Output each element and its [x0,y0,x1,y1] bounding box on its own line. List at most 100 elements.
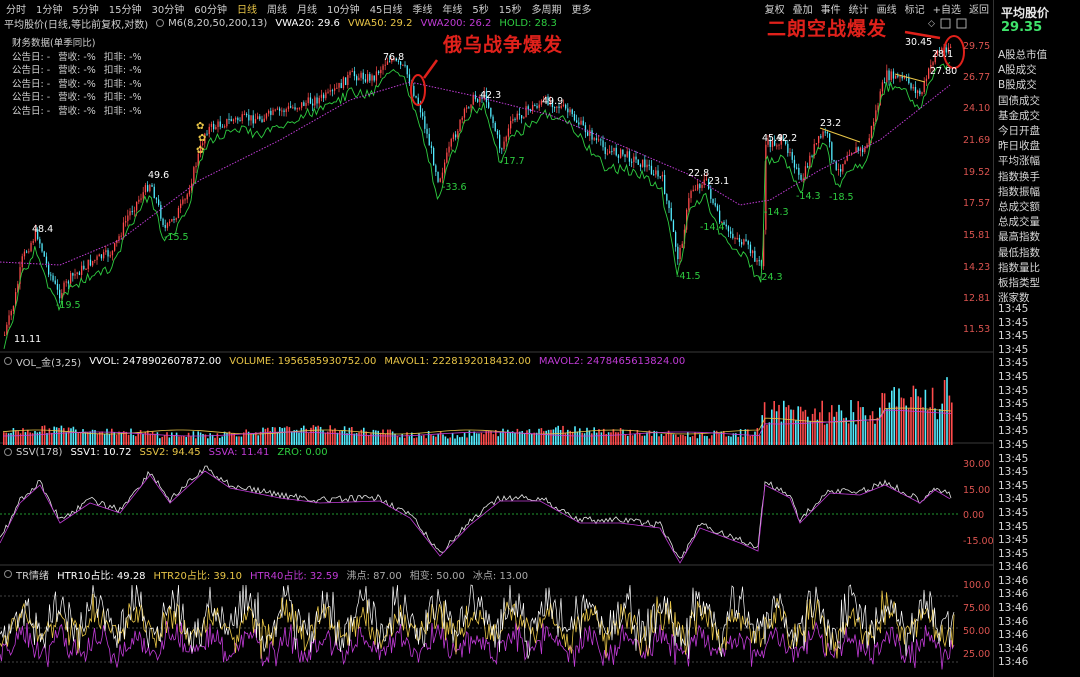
volume-bar [708,438,711,445]
volume-bar [19,433,22,445]
sidebar-item[interactable]: 国债成交 [998,94,1078,109]
volume-settings-icon[interactable] [4,357,12,365]
candle-body [415,95,417,98]
candle-body [39,239,41,244]
volume-bar [533,432,535,445]
volume-bar [87,432,89,445]
candle-body [342,77,345,89]
sidebar-item[interactable]: 总成交额 [998,200,1078,215]
butterfly-icon: ✿ [196,145,204,156]
candle-body [796,167,798,169]
candle-body [657,170,659,177]
volume-bar [948,395,951,445]
candle-body [521,115,523,119]
candle-body [287,106,290,110]
volume-bar [228,431,231,445]
candle-body [571,109,573,115]
volume-bar [336,432,339,445]
sidebar-item[interactable]: 板指类型 [998,276,1078,291]
volume-bar [730,436,732,445]
sidebar-item[interactable]: 昨日收盘 [998,139,1078,154]
sidebar-item[interactable]: 平均涨幅 [998,154,1078,169]
candle-body [637,159,639,165]
volume-bar [502,428,504,445]
candle-body [353,71,356,77]
volume-bar [696,438,699,445]
candle-body [164,224,166,228]
candle-body [160,204,162,219]
volume-bar [511,431,514,445]
candle-body [624,154,626,157]
candle-body [235,117,237,120]
ssv-settings-icon[interactable] [4,448,12,456]
candle-body [114,243,116,251]
candle-body [754,250,756,262]
sidebar-item[interactable]: 指数换手 [998,170,1078,185]
volume-bar [492,434,495,445]
candle-body [932,62,934,65]
price-label: 11.11 [14,334,41,345]
sidebar-item[interactable]: A股总市值 [998,48,1078,63]
candle-body [589,130,591,136]
volume-bar [540,428,543,445]
candle-body [499,134,501,149]
candle-body [692,189,694,192]
volume-bar [636,430,639,445]
sidebar-item[interactable]: 指数量比 [998,261,1078,276]
volume-bar [857,401,859,445]
candle-body [162,218,164,225]
candle-body [837,169,840,171]
volume-bar [180,436,183,445]
volume-bar [185,436,187,445]
volume-bar [876,417,879,445]
sidebar-item[interactable]: 基金成交 [998,109,1078,124]
candle-body [208,126,210,135]
volume-bar [934,408,936,445]
volume-bar [39,431,41,445]
volume-bar [838,404,840,445]
candle-body [221,126,224,128]
sidebar-time: 13:45 [998,438,1029,451]
sidebar-item[interactable]: 指数振幅 [998,185,1078,200]
sidebar-item[interactable]: A股成交 [998,63,1078,78]
volume-bar [451,433,454,445]
candle-body [503,141,505,149]
volume-bar [888,402,891,445]
tr-settings-icon[interactable] [4,570,12,578]
candle-body [496,130,499,135]
volume-bar [828,412,831,445]
volume-bar [307,433,310,445]
volume-bar [456,435,459,445]
candle-body [131,211,133,213]
volume-bar [394,433,396,445]
candle-body [439,178,441,182]
candle-body [468,107,470,109]
volume-bar [106,428,108,445]
candle-body [699,184,701,188]
price-axis-tick: 29.75 [963,41,990,52]
sidebar-item[interactable]: B股成交 [998,78,1078,93]
volume-bar [475,433,478,445]
volume-bar [41,426,43,445]
candle-body [514,118,516,120]
volume-bar [96,433,99,445]
candle-body [184,199,186,201]
sidebar-item[interactable]: 最高指数 [998,230,1078,245]
volume-bar [783,400,785,445]
candle-body [895,75,897,79]
volume-bar [799,406,802,445]
ssv-axis-tick: 0.00 [963,510,984,521]
volume-bar [936,419,939,445]
candle-body [32,241,34,243]
sidebar-time: 13:45 [998,357,1029,370]
volume-bar [595,432,598,445]
sidebar-item[interactable]: 最低指数 [998,246,1078,261]
candle-body [569,109,571,113]
candle-body [70,273,72,284]
volume-bar [305,428,307,445]
sidebar-item[interactable]: 总成交量 [998,215,1078,230]
candle-body [12,305,15,312]
candle-body [793,159,796,168]
sidebar-item[interactable]: 今日开盘 [998,124,1078,139]
candle-body [884,82,886,84]
